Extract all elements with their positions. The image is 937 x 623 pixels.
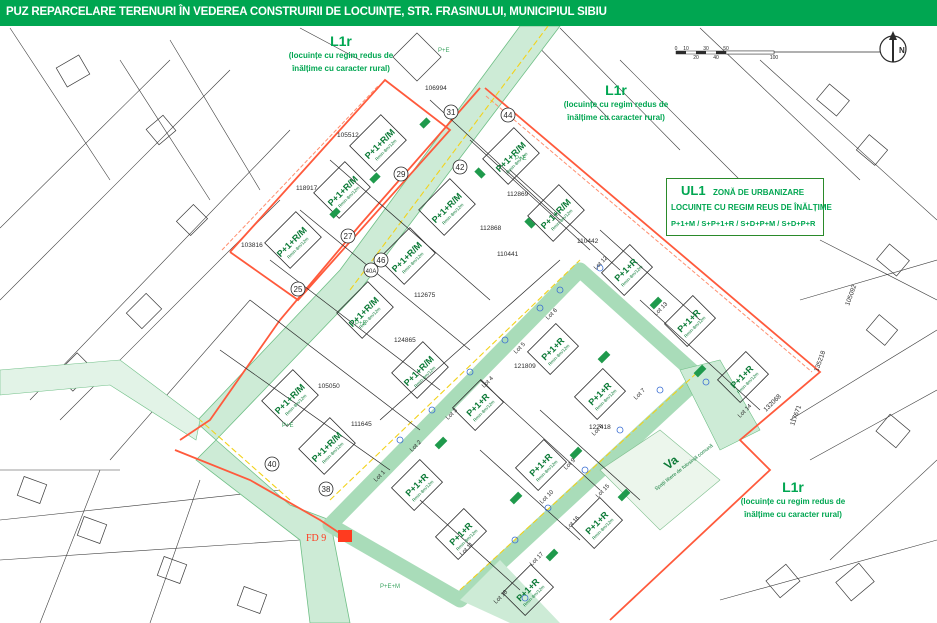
zone-desc: (locuințe cu regim redus de [740,497,846,506]
cad-number: 103816 [241,242,263,249]
scale-tick: 100 [770,55,779,61]
fd-label: FD 9 [306,533,326,544]
cad-number: 105050 [318,383,340,390]
point-label: 31 [447,108,456,117]
ul1-legend-box: UL1 ZONĂ DE URBANIZARE LOCUINȚE CU REGIM… [666,178,832,236]
pe-label: P+E [438,48,450,54]
zone-l1r-southeast: L1r (locuințe cu regim redus de înălțime… [728,479,858,521]
urban-plan-map[interactable]: 31 44 42 29 27 46 40A 25 40 38 105512 11… [0,0,937,623]
point-label: 29 [397,170,406,179]
cad-number: 124865 [394,337,416,344]
zone-desc: (locuințe cu regim redus de [288,51,394,60]
scale-tick: 20 [693,55,699,61]
scale-tick: 30 [703,46,709,52]
point-label: 38 [322,485,331,494]
north-label: N [899,46,905,55]
cad-number: 111645 [351,421,372,428]
scale-tick: 50 [723,46,729,52]
zone-code: L1r [782,479,804,495]
point-label: 46 [377,256,386,265]
cad-number: 106994 [425,85,447,92]
point-label: 25 [294,285,303,294]
pem-label: P+E+M [380,584,400,590]
ul1-line3: P+1+M / S+P+1+R / S+D+P+M / S+D+P+R [671,219,816,228]
ul1-subtitle: ZONĂ DE URBANIZARE [713,188,805,197]
zone-code: L1r [330,33,352,49]
fd-marker [338,530,352,542]
zone-desc: înălțime cu caracter rural) [744,510,842,519]
zone-desc: înălțime cu caracter rural) [567,113,665,122]
cad-number: 110442 [577,238,599,245]
point-label: 42 [456,163,465,172]
cad-number: 105512 [337,132,359,139]
zone-desc: (locuințe cu regim redus de [563,100,669,109]
cad-number: 112869 [507,191,529,198]
zone-l1r-northwest: L1r (locuințe cu regim redus de înălțime… [276,33,406,75]
point-label: 40 [268,460,277,469]
scale-tick: 10 [683,46,689,52]
scale-segment [725,50,775,55]
cad-number: 110441 [497,251,519,258]
point-label: 44 [504,111,513,120]
scale-tick: 0 [675,46,678,52]
pe-label: P+E [282,423,294,429]
pe-label: P+E [515,156,527,162]
ul1-line2: LOCUINȚE CU REGIM REUS DE ÎNĂLȚIME [671,203,832,212]
zone-l1r-northeast: L1r (locuințe cu regim redus de înălțime… [551,82,681,124]
point-label: 40A [366,269,377,275]
scale-tick: 40 [713,55,719,61]
zone-code: L1r [605,82,627,98]
cad-number: 118917 [296,185,318,192]
point-label: 27 [344,232,353,241]
cad-number: 121809 [514,363,536,370]
pe-label: P+E [355,321,367,327]
cad-number: 112675 [414,292,436,299]
ul1-title: UL1 [681,183,706,198]
cad-number: 112868 [480,225,502,232]
title-bar: PUZ REPARCELARE TERENURI ÎN VEDEREA CONS… [0,0,937,26]
zone-desc: înălțime cu caracter rural) [292,64,390,73]
page-title: PUZ REPARCELARE TERENURI ÎN VEDEREA CONS… [6,6,607,18]
